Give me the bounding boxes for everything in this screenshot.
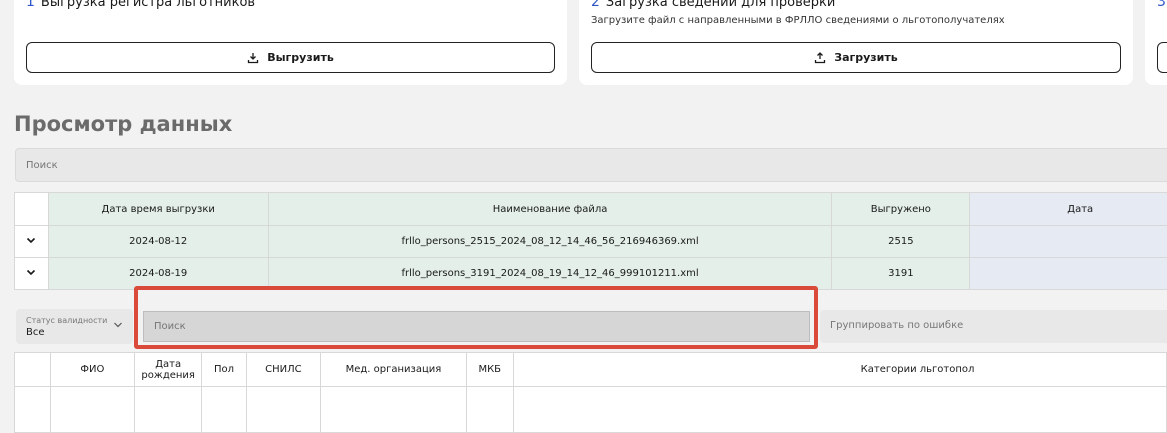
table-header-row: ФИО Дата рождения Пол СНИЛС Мед. организ… (15, 353, 1167, 387)
column-header[interactable]: МКБ (466, 353, 513, 387)
upload-button[interactable]: Загрузить (591, 42, 1121, 73)
date-cell (970, 226, 1167, 258)
group-by-error-select[interactable]: Группировать по ошибке (820, 310, 1167, 343)
upload-button-label: Загрузить (834, 51, 897, 64)
column-header[interactable]: Дата время выгрузки (48, 193, 268, 226)
chevron-down-icon (113, 320, 123, 330)
date-cell (970, 258, 1167, 290)
chevron-down-icon (25, 266, 37, 278)
group-by-error-placeholder: Группировать по ошибке (830, 320, 963, 331)
file-name: frllo_persons_3191_2024_08_19_14_12_46_9… (268, 258, 832, 290)
table-cell (202, 387, 247, 433)
column-header[interactable]: Выгружено (832, 193, 970, 226)
expand-column-header (15, 193, 49, 226)
step3-card-title: 3 (1157, 0, 1167, 10)
column-header[interactable]: Пол (202, 353, 247, 387)
file-name: frllo_persons_2515_2024_08_12_14_46_56_2… (268, 226, 832, 258)
upload-date: 2024-08-19 (48, 258, 268, 290)
table-cell (246, 387, 320, 433)
table-cell (135, 387, 202, 433)
persons-table: ФИО Дата рождения Пол СНИЛС Мед. организ… (14, 352, 1167, 433)
export-card: 1 Выгрузка регистра льготников Выгрузить (14, 0, 567, 85)
export-button[interactable]: Выгрузить (26, 42, 555, 73)
search-input[interactable] (16, 149, 1167, 181)
upload-icon (814, 52, 826, 64)
uploaded-count: 2515 (832, 226, 970, 258)
step3-card: 3 (1145, 0, 1167, 85)
step-number: 1 (26, 0, 35, 10)
upload-card-subtitle: Загрузите файл с направленными в ФРЛЛО с… (591, 15, 1005, 26)
card-title-text: Выгрузка регистра льготников (41, 0, 255, 10)
column-header[interactable]: Дата рождения (135, 353, 202, 387)
chevron-down-icon (25, 234, 37, 246)
column-header (15, 353, 51, 387)
card-title-text: Загрузка сведений для проверки (606, 0, 835, 10)
column-header[interactable]: Категории льготопол (513, 353, 1166, 387)
step-number: 2 (591, 0, 600, 10)
download-icon (247, 52, 259, 64)
uploaded-count: 3191 (832, 258, 970, 290)
uploads-table: Дата время выгрузки Наименование файла В… (14, 192, 1167, 290)
expand-row-button[interactable] (15, 226, 49, 258)
search-bar[interactable] (15, 148, 1167, 182)
validity-status-value: Все (26, 327, 45, 338)
upload-card-title: 2 Загрузка сведений для проверки (591, 0, 835, 10)
table-cell (15, 387, 51, 433)
table-cell (513, 387, 1166, 433)
table-header-row: Дата время выгрузки Наименование файла В… (15, 193, 1167, 226)
export-card-title: 1 Выгрузка регистра льготников (26, 0, 255, 10)
section-title: Просмотр данных (14, 112, 232, 136)
table-cell (50, 387, 134, 433)
expand-row-button[interactable] (15, 258, 49, 290)
column-header[interactable]: Наименование файла (268, 193, 832, 226)
upload-card: 2 Загрузка сведений для проверки Загрузит… (579, 0, 1133, 85)
step-number: 3 (1157, 0, 1166, 10)
table-row[interactable]: 2024-08-19 frllo_persons_3191_2024_08_19… (15, 258, 1167, 290)
upload-date: 2024-08-12 (48, 226, 268, 258)
table-row[interactable]: 2024-08-12 frllo_persons_2515_2024_08_12… (15, 226, 1167, 258)
table-cell (466, 387, 513, 433)
step3-button[interactable] (1157, 42, 1167, 73)
highlight-box (134, 286, 818, 349)
export-button-label: Выгрузить (267, 51, 334, 64)
column-header[interactable]: ФИО (50, 353, 134, 387)
validity-status-select[interactable]: Статус валидности Все (16, 309, 133, 344)
table-cell (321, 387, 467, 433)
column-header[interactable]: Мед. организация (321, 353, 467, 387)
table-row (15, 387, 1167, 433)
validity-status-label: Статус валидности (26, 316, 107, 325)
column-header[interactable]: СНИЛС (246, 353, 320, 387)
column-header[interactable]: Дата (970, 193, 1167, 226)
